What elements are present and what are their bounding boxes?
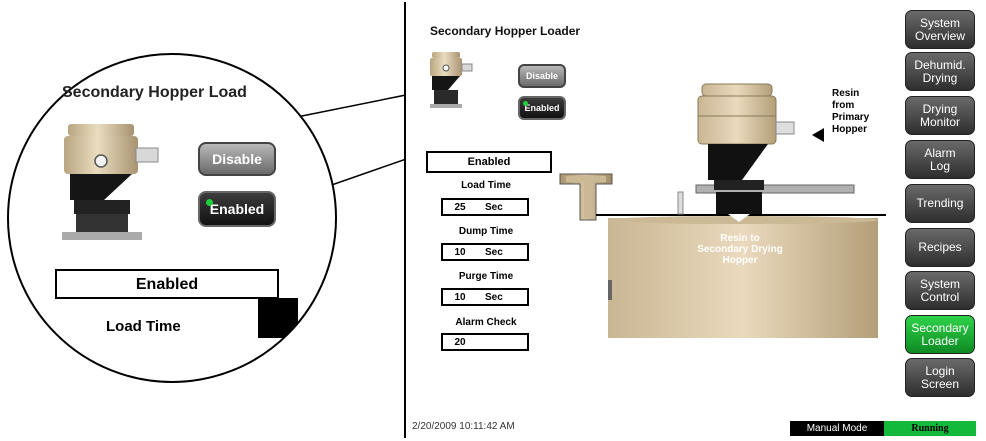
purge-time-value: 10 xyxy=(454,291,466,303)
purge-time-unit: Sec xyxy=(485,291,503,303)
nav-button-dehumid-drying[interactable]: Dehumid. Drying xyxy=(905,52,975,91)
resin-from-label: Resin from Primary Hopper xyxy=(832,88,869,136)
nav-label-line1: System xyxy=(919,15,960,30)
mode-indicator: Manual Mode xyxy=(790,421,884,436)
dump-time-label: Dump Time xyxy=(458,226,514,237)
nav-label-line1: Secondary xyxy=(911,320,969,335)
loader-icon xyxy=(430,52,473,108)
nav-button-alarm-log[interactable]: Alarm Log xyxy=(905,140,975,179)
dump-time-value: 10 xyxy=(454,246,466,258)
nav-button-label: Dehumid. Drying xyxy=(914,57,966,85)
load-time-value: 25 xyxy=(454,201,466,213)
nav-button-secondary-loader[interactable]: Secondary Loader xyxy=(905,315,975,354)
nav-label-line2: Screen xyxy=(920,376,960,391)
purge-time-field[interactable]: 10 Sec xyxy=(441,288,529,306)
nav-label-line1: Alarm xyxy=(924,145,956,160)
nav-button-drying-monitor[interactable]: Drying Monitor xyxy=(905,96,975,135)
zoom-field-label: Load Time xyxy=(106,318,181,335)
resin-to-label: Resin to Secondary Drying Hopper xyxy=(680,233,800,266)
nav-label-line1: Drying xyxy=(922,101,958,116)
nav-label-line1: Login xyxy=(925,363,955,378)
nav-button-system-control[interactable]: System Control xyxy=(905,271,975,310)
nav-button-label: Login Screen xyxy=(920,363,960,391)
nav-button-system-overview[interactable]: System Overview xyxy=(905,10,975,49)
nav-label-line1: Recipes xyxy=(918,240,962,254)
resin-from-line1: Resin xyxy=(832,88,860,99)
footer-datetime: 2/20/2009 10:11:42 AM xyxy=(412,421,515,432)
page-title: Secondary Hopper Loader xyxy=(430,24,581,38)
dump-time-unit: Sec xyxy=(485,246,503,258)
zoom-enabled-label: Enabled xyxy=(209,201,265,217)
load-time-field[interactable]: 25 Sec xyxy=(441,198,529,216)
nav-label-line1: System xyxy=(919,276,960,291)
nav-button-login-screen[interactable]: Login Screen xyxy=(905,358,975,397)
nav-label-line2: Overview xyxy=(914,28,965,43)
nav-button-recipes[interactable]: Recipes xyxy=(905,228,975,267)
running-indicator: Running xyxy=(884,421,976,436)
alarm-check-label: Alarm Check xyxy=(455,317,517,328)
nav-button-label: System Overview xyxy=(914,15,965,43)
resin-to-line1: Resin to xyxy=(720,233,760,244)
alarm-check-value: 20 xyxy=(454,336,466,348)
nav-label-line1: Dehumid. xyxy=(914,57,966,72)
nav-button-label: Secondary Loader xyxy=(911,320,969,348)
nav-label-line2: Loader xyxy=(921,333,959,348)
resin-from-line3: Primary xyxy=(832,112,870,123)
nav-label-line1: Trending xyxy=(916,196,964,210)
nav-label-line2: Log xyxy=(929,158,951,173)
resin-to-line3: Hopper xyxy=(722,255,758,266)
nav-button-label: Alarm Log xyxy=(924,145,956,173)
zoom-title: Secondary Hopper Load xyxy=(62,84,247,101)
enabled-button-label: Enabled xyxy=(524,103,560,113)
purge-time-label: Purge Time xyxy=(458,271,514,282)
status-display: Enabled xyxy=(426,151,552,173)
nav-button-label: Drying Monitor xyxy=(919,101,960,129)
resin-from-line2: from xyxy=(832,100,855,111)
load-time-unit: Sec xyxy=(485,201,503,213)
resin-from-line4: Hopper xyxy=(832,124,867,135)
nav-button-label: Trending xyxy=(917,197,964,210)
zoom-enabled-button: Enabled xyxy=(198,191,276,227)
status-dot xyxy=(523,101,528,106)
zoom-disable-button: Disable xyxy=(198,142,276,176)
zoom-status-text: Enabled xyxy=(135,276,199,293)
nav-label-line2: Monitor xyxy=(919,114,960,129)
zoom-status-dot xyxy=(206,199,213,206)
nav-label-line2: Drying xyxy=(922,70,958,85)
load-time-label: Load Time xyxy=(461,180,511,191)
dump-time-field[interactable]: 10 Sec xyxy=(441,243,529,261)
alarm-check-field[interactable]: 20 xyxy=(441,333,529,351)
nav-button-label: System Control xyxy=(919,276,960,304)
nav-button-trending[interactable]: Trending xyxy=(905,184,975,223)
nav-button-label: Recipes xyxy=(918,241,961,254)
resin-to-line2: Secondary Drying xyxy=(697,244,783,255)
nav-label-line2: Control xyxy=(920,289,960,304)
